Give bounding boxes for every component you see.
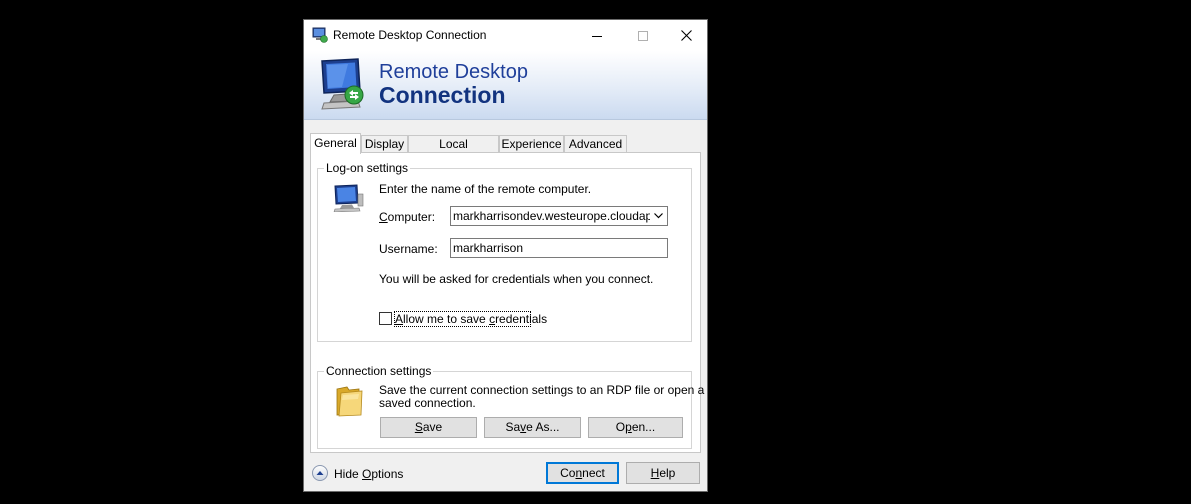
computer-icon [333, 184, 364, 212]
rdp-window: Remote Desktop Connection Remote Desktop… [303, 19, 708, 492]
chevron-down-icon [654, 213, 663, 219]
monitor-icon [321, 58, 364, 110]
connection-settings-label: Connection settings [324, 364, 434, 378]
save-as-button[interactable]: Save As... [484, 417, 581, 438]
save-button[interactable]: Save [380, 417, 477, 438]
close-button[interactable] [663, 20, 709, 51]
help-button[interactable]: Help [626, 462, 700, 484]
credentials-note: You will be asked for credentials when y… [379, 272, 654, 286]
hide-options-label[interactable]: Hide Options [334, 467, 403, 481]
tab-experience[interactable]: Experience [499, 135, 564, 152]
computer-label: Computer: [379, 210, 436, 224]
minimize-icon [592, 35, 602, 37]
logon-settings-label: Log-on settings [324, 161, 411, 175]
window-title: Remote Desktop Connection [333, 28, 487, 42]
computer-value: markharrisondev.westeurope.cloudapp.azur… [453, 209, 667, 223]
connection-settings-group: Connection settings Save the current con… [317, 364, 704, 449]
logon-instructions: Enter the name of the remote computer. [379, 182, 592, 196]
banner-title-line1: Remote Desktop [379, 61, 528, 83]
connection-description-line1: Save the current connection settings to … [379, 383, 705, 397]
rdp-computer-icon [312, 27, 328, 43]
tab-advanced[interactable]: Advanced [564, 135, 627, 152]
header-banner: Remote Desktop Connection [304, 51, 707, 120]
open-button[interactable]: Open... [588, 417, 683, 438]
minimize-button[interactable] [574, 20, 620, 51]
title-bar[interactable]: Remote Desktop Connection [304, 20, 707, 51]
tab-general[interactable]: General [310, 133, 361, 154]
tab-panel-general: Log-on settings Enter the name of the re… [310, 152, 704, 453]
connection-description-line2: saved connection. [379, 396, 476, 410]
maximize-button[interactable] [620, 20, 666, 51]
dropdown-arrow-button[interactable] [650, 207, 667, 225]
username-input[interactable]: markharrison [450, 238, 668, 258]
folder-icon [336, 386, 363, 417]
tab-display[interactable]: Display [361, 135, 408, 152]
tab-local-resources[interactable]: Local Resources [408, 135, 499, 168]
save-credentials-checkbox[interactable] [379, 312, 392, 325]
maximize-icon [638, 30, 648, 41]
close-icon [680, 30, 692, 41]
logon-settings-group: Log-on settings Enter the name of the re… [317, 161, 692, 342]
chevron-up-icon [316, 471, 324, 475]
focus-rectangle [394, 311, 531, 327]
hide-options-button[interactable] [312, 465, 328, 481]
connect-button[interactable]: Connect [546, 462, 619, 484]
banner-title-line2: Connection [379, 82, 506, 108]
computer-combobox[interactable]: markharrisondev.westeurope.cloudapp.azur… [450, 206, 668, 226]
username-label: Username: [379, 242, 438, 256]
